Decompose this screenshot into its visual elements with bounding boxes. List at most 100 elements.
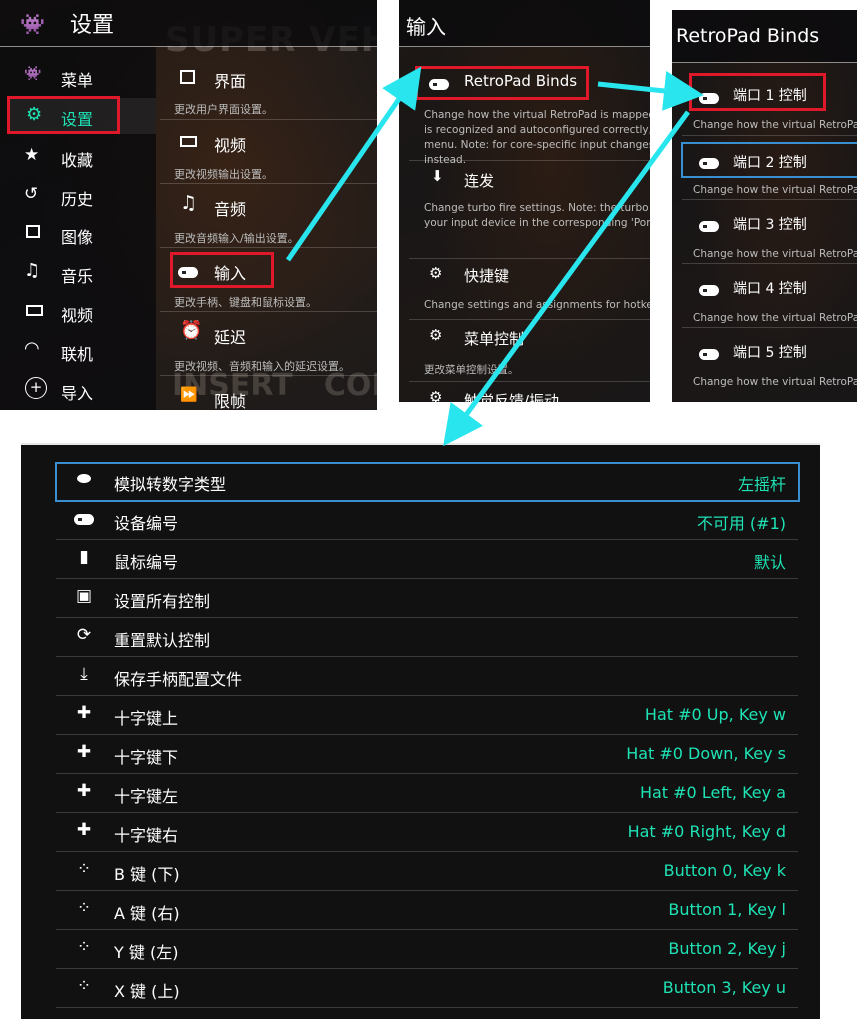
music-icon: ♫	[24, 260, 41, 281]
music-icon: ♫	[180, 192, 198, 214]
highlight-box	[170, 252, 274, 288]
setting-row[interactable]: ✚ 十字键右 Hat #0 Right, Key d	[56, 814, 798, 852]
retropad-binds-panel: RetroPad Binds 端口 1 控制 Change how the vi…	[672, 10, 857, 402]
list-item-label: 界面	[214, 72, 247, 91]
list-item-menu-controls[interactable]: ⚙ 菜单控制 更改菜单控制设置。	[409, 324, 650, 380]
sidebar-item-video[interactable]: 视频	[0, 297, 150, 327]
page-title: RetroPad Binds	[676, 25, 820, 47]
gears-icon: ⚙	[429, 326, 443, 344]
sidebar-item-label: 收藏	[61, 151, 94, 170]
fast-forward-icon: ⏩	[180, 387, 198, 403]
image-icon	[26, 225, 40, 238]
setting-value: 左摇杆	[737, 475, 786, 494]
invader-icon: 👾	[20, 12, 45, 36]
gamepad-icon	[699, 154, 719, 173]
gamepad-icon	[70, 508, 98, 532]
list-item-description: Change how the virtual RetroPad	[693, 119, 857, 131]
list-item-label: 延迟	[214, 328, 247, 347]
setting-row[interactable]: ⟳ 重置默认控制	[56, 619, 798, 657]
list-item-description: Change how the virtual RetroPad	[693, 184, 857, 196]
list-item-description: 更改视频输出设置。	[174, 168, 273, 181]
list-item-turbo[interactable]: ⬇ 连发 Change turbo fire settings. Note: t…	[409, 165, 650, 255]
sidebar-item-label: 联机	[61, 345, 94, 364]
setting-row[interactable]: ▮ 鼠标编号 默认	[56, 541, 798, 579]
sidebar-item-favorites[interactable]: ★ 收藏	[0, 142, 150, 172]
setting-value: Button 1, Key l	[668, 900, 786, 919]
list-item-label: 快捷键	[464, 267, 510, 285]
setting-row[interactable]: ⬬ 模拟转数字类型 左摇杆	[56, 463, 798, 501]
dpad-right-icon: ✚	[76, 820, 92, 840]
sidebar-item-netplay[interactable]: ◠ 联机	[0, 336, 150, 366]
header-bar	[0, 0, 377, 46]
setting-value: Button 3, Key u	[662, 978, 786, 997]
list-item-label: 端口 3 控制	[733, 217, 807, 233]
page-title: 设置	[70, 13, 115, 38]
setting-row[interactable]: ✚ 十字键上 Hat #0 Up, Key w	[56, 697, 798, 735]
list-item-description: Change how the virtual RetroPad	[693, 248, 857, 260]
reset-icon: ⟳	[76, 625, 92, 645]
list-item-frame-throttle[interactable]: ⏩ 限帧	[160, 382, 377, 410]
sidebar-item-label: 视频	[61, 306, 94, 325]
list-item-port-2-controls[interactable]: 端口 2 控制	[681, 142, 857, 178]
setting-row[interactable]: 设备编号 不可用 (#1)	[56, 502, 798, 540]
turbo-icon: ⬇	[431, 167, 444, 185]
setting-label: 十字键左	[114, 787, 179, 806]
list-item-port-5-controls[interactable]: 端口 5 控制 Change how the virtual RetroPad	[682, 334, 857, 392]
setting-row[interactable]: ⁘ X 键 (上) Button 3, Key u	[56, 970, 798, 1008]
list-item-latency[interactable]: ⏰ 延迟 更改视频、音频和输入的延迟设置。	[160, 318, 377, 374]
setting-label: X 键 (上)	[114, 982, 180, 1001]
sidebar-item-music[interactable]: ♫ 音乐	[0, 258, 150, 288]
page-title: 输入	[406, 15, 446, 39]
list-item-description: 更改菜单控制设置。	[424, 364, 519, 376]
settings-panel: SUPER VEHIC INSERT COIN 👾 设置 👾 菜单 ⚙ 设置 ★…	[0, 0, 377, 410]
setting-row[interactable]: ▣ 设置所有控制	[56, 580, 798, 618]
list-item-haptic-feedback[interactable]: ⚙ 触觉反馈/振动	[409, 386, 650, 402]
setting-value: 不可用 (#1)	[696, 514, 786, 533]
bind-all-icon: ▣	[75, 586, 93, 606]
setting-label: 设置所有控制	[114, 592, 211, 611]
gamepad-icon	[699, 281, 719, 300]
highlight-box	[7, 96, 120, 134]
gamepad-icon	[699, 217, 719, 236]
list-item-interface[interactable]: 界面 更改用户界面设置。	[160, 62, 377, 118]
download-icon: ⤓	[80, 664, 88, 684]
setting-row[interactable]: ⁘ A 键 (右) Button 1, Key l	[56, 892, 798, 930]
input-panel: 输入 RetroPad Binds Change how the virtual…	[399, 0, 650, 402]
mouse-icon: ▮	[79, 547, 89, 567]
setting-value: Hat #0 Down, Key s	[626, 744, 786, 763]
setting-row[interactable]: ⤓ 保存手柄配置文件	[56, 658, 798, 696]
list-item-label: 触觉反馈/振动	[464, 392, 560, 402]
list-item-hotkeys[interactable]: ⚙ 快捷键 Change settings and assignments fo…	[409, 262, 650, 318]
setting-row[interactable]: ⁘ B 键 (下) Button 0, Key k	[56, 853, 798, 891]
list-item-video[interactable]: 视频 更改视频输出设置。	[160, 126, 377, 182]
list-item-description: 更改用户界面设置。	[174, 103, 273, 116]
setting-label: 十字键下	[114, 748, 179, 767]
setting-row[interactable]: ⁘ Y 键 (左) Button 2, Key j	[56, 931, 798, 969]
sidebar-item-history[interactable]: ↺ 历史	[0, 181, 150, 211]
gamepad-icon	[699, 345, 719, 364]
sidebar-item-images[interactable]: 图像	[0, 219, 150, 249]
list-item-audio[interactable]: ♫ 音频 更改音频输入/输出设置。	[160, 190, 377, 246]
setting-row[interactable]: ✚ 十字键左 Hat #0 Left, Key a	[56, 775, 798, 813]
interface-icon	[180, 70, 195, 84]
gears-icon: ⚙	[429, 388, 443, 402]
list-item-description: 更改音频输入/输出设置。	[174, 232, 299, 245]
list-item-description: Change turbo fire settings. Note: the tu…	[424, 202, 650, 229]
list-item-label: 音频	[214, 200, 247, 219]
sidebar-item-import[interactable]: + 导入	[0, 375, 150, 405]
setting-label: B 键 (下)	[114, 865, 180, 884]
setting-label: Y 键 (左)	[114, 943, 179, 962]
list-item-port-3-controls[interactable]: 端口 3 控制 Change how the virtual RetroPad	[682, 206, 857, 264]
sidebar-item-menu[interactable]: 👾 菜单	[0, 62, 150, 92]
setting-row[interactable]: ✚ 十字键下 Hat #0 Down, Key s	[56, 736, 798, 774]
setting-value: Hat #0 Up, Key w	[644, 705, 786, 724]
list-item-port-4-controls[interactable]: 端口 4 控制 Change how the virtual RetroPad	[682, 270, 857, 328]
sidebar-item-label: 历史	[61, 190, 94, 209]
list-item-label: 连发	[464, 172, 495, 190]
list-item-label: 视频	[214, 136, 247, 155]
highlight-box	[415, 66, 589, 100]
analog-icon: ⬬	[76, 469, 92, 489]
list-item-description: 更改视频、音频和输入的延迟设置。	[174, 360, 350, 373]
netplay-icon: ◠	[24, 338, 40, 359]
setting-label: 保存手柄配置文件	[114, 670, 243, 689]
